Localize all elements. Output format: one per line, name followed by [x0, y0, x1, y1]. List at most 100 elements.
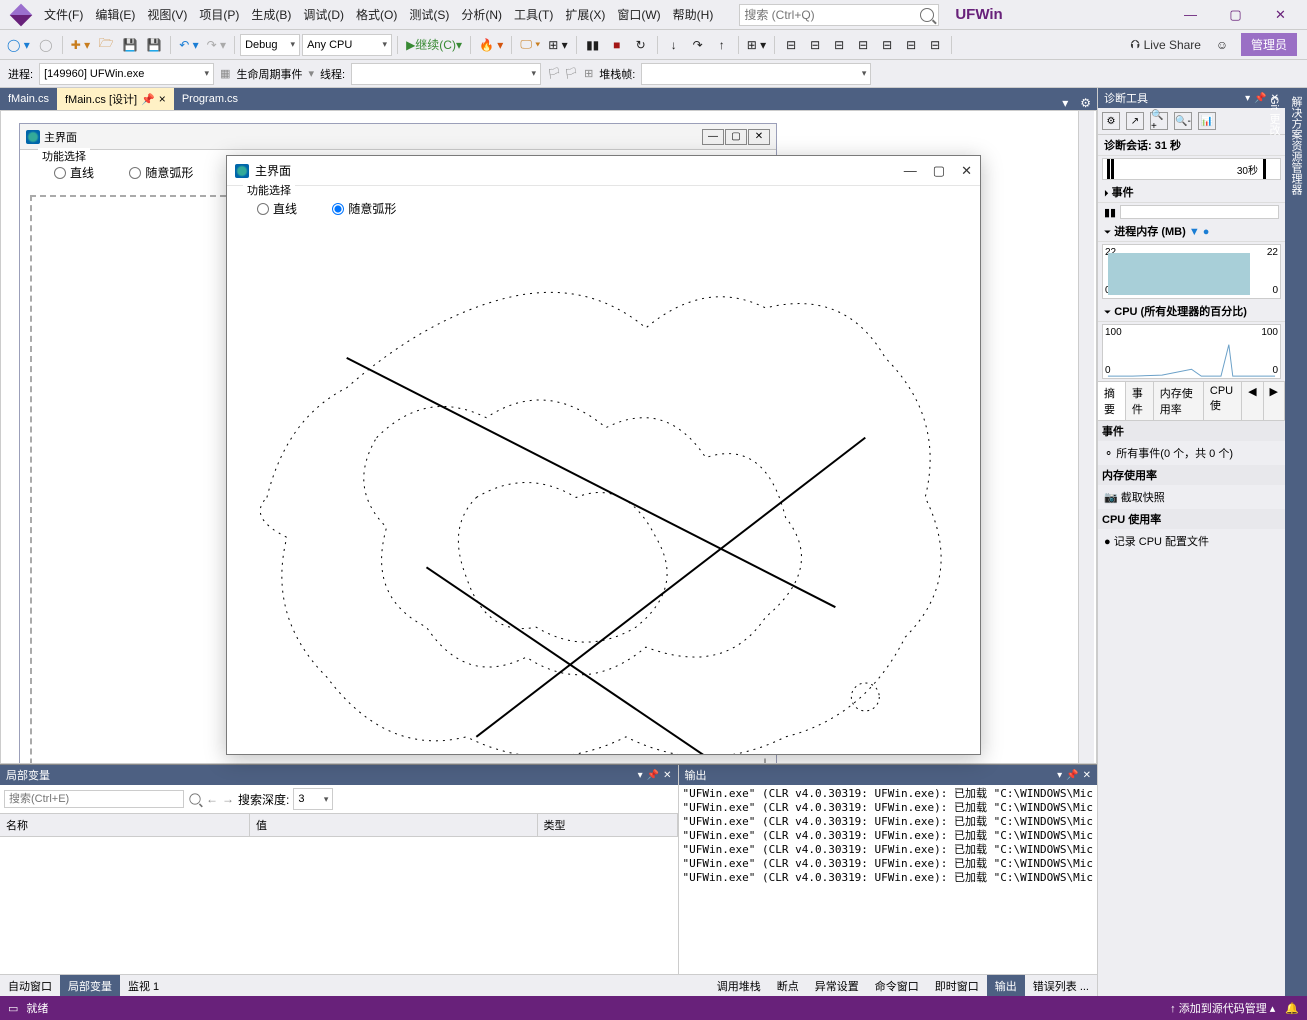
stop-button[interactable]: ■: [606, 34, 628, 56]
step-out-button[interactable]: ↑: [711, 34, 733, 56]
restart-button[interactable]: ↻: [630, 34, 652, 56]
depth-combo[interactable]: 3: [293, 788, 333, 810]
rw-radio-arc[interactable]: 随意弧形: [332, 200, 396, 217]
rw-close-button[interactable]: ✕: [961, 163, 972, 179]
step-into-button[interactable]: ↓: [663, 34, 685, 56]
col-type[interactable]: 类型: [538, 814, 678, 836]
panel-close-icon[interactable]: ✕: [663, 770, 671, 781]
panel-dropdown-icon[interactable]: ▾: [638, 770, 643, 781]
forward-button[interactable]: ◯: [35, 34, 57, 56]
cpu-chart[interactable]: 100 100 0 0: [1102, 324, 1281, 379]
tab-overflow-button[interactable]: ▾: [1056, 96, 1074, 110]
save-button[interactable]: 💾: [119, 34, 141, 56]
btab-callstack[interactable]: 调用堆栈: [709, 975, 769, 996]
rw-minimize-button[interactable]: —: [904, 163, 917, 179]
diag-zoomin-button[interactable]: 🔍+: [1150, 112, 1168, 130]
panel-pin-icon[interactable]: 📌: [647, 770, 659, 781]
btab-auto[interactable]: 自动窗口: [0, 975, 60, 996]
df-radio-arc[interactable]: 随意弧形: [129, 164, 193, 181]
df-radio-line[interactable]: 直线: [54, 164, 94, 181]
panel-dropdown-icon[interactable]: ▾: [1245, 93, 1250, 104]
btab-breakpoints[interactable]: 断点: [769, 975, 807, 996]
menu-analyze[interactable]: 分析(N): [455, 2, 508, 27]
menu-build[interactable]: 生成(B): [245, 2, 297, 27]
close-button[interactable]: ✕: [1258, 1, 1303, 29]
diag-export-button[interactable]: ↗: [1126, 112, 1144, 130]
layout-btn5[interactable]: ⊟: [876, 34, 898, 56]
pin-icon[interactable]: 📌: [141, 93, 155, 106]
menu-test[interactable]: 测试(S): [403, 2, 455, 27]
panel-close-icon[interactable]: ✕: [1083, 770, 1091, 781]
menu-format[interactable]: 格式(O): [350, 2, 403, 27]
btab-errors[interactable]: 错误列表 ...: [1025, 975, 1097, 996]
hot-reload-button[interactable]: 🔥 ▾: [476, 34, 506, 56]
col-name[interactable]: 名称: [0, 814, 250, 836]
process-combo[interactable]: [149960] UFWin.exe: [39, 63, 214, 85]
add-source-control[interactable]: ↑ 添加到源代码管理 ▴: [1170, 1000, 1275, 1016]
btab-immediate[interactable]: 即时窗口: [927, 975, 987, 996]
browser-button[interactable]: 🖵 ▾: [517, 34, 543, 56]
tab-fmain-design[interactable]: fMain.cs [设计] 📌 ×: [57, 88, 174, 110]
diag-chart-button[interactable]: 📊: [1198, 112, 1216, 130]
btab-locals[interactable]: 局部变量: [60, 975, 120, 996]
save-all-button[interactable]: 💾: [143, 34, 165, 56]
layout-btn7[interactable]: ⊟: [924, 34, 946, 56]
diag-tab-summary[interactable]: 摘要: [1098, 382, 1126, 420]
btab-watch[interactable]: 监视 1: [120, 975, 167, 996]
layout-btn3[interactable]: ⊟: [828, 34, 850, 56]
diag-zoomout-button[interactable]: 🔍-: [1174, 112, 1192, 130]
menu-view[interactable]: 视图(V): [141, 2, 193, 27]
minimize-button[interactable]: —: [1168, 1, 1213, 29]
menu-help[interactable]: 帮助(H): [667, 2, 720, 27]
menu-debug[interactable]: 调试(D): [297, 2, 350, 27]
output-body[interactable]: "UFWin.exe" (CLR v4.0.30319: UFWin.exe):…: [679, 785, 1098, 974]
thread-combo[interactable]: [351, 63, 541, 85]
col-value[interactable]: 值: [250, 814, 538, 836]
snapshot-button[interactable]: 📷 截取快照: [1098, 485, 1285, 509]
diag-tab-nav-left[interactable]: ◀: [1242, 382, 1263, 420]
layout-btn2[interactable]: ⊟: [804, 34, 826, 56]
global-search[interactable]: [739, 4, 939, 26]
back-button[interactable]: ◯ ▾: [4, 34, 33, 56]
tab-fmain-cs[interactable]: fMain.cs: [0, 88, 57, 110]
menu-tools[interactable]: 工具(T): [508, 2, 559, 27]
stackframe-combo[interactable]: [641, 63, 871, 85]
diag-timeline[interactable]: 30秒: [1102, 158, 1281, 180]
tab-program-cs[interactable]: Program.cs: [174, 88, 246, 110]
tab-settings-button[interactable]: ⚙: [1074, 96, 1097, 110]
panel-dropdown-icon[interactable]: ▾: [1057, 770, 1062, 781]
liveshare-button[interactable]: ⮉ Live Share: [1122, 35, 1209, 54]
step-over-button[interactable]: ↷: [687, 34, 709, 56]
maximize-button[interactable]: ▢: [1213, 1, 1258, 29]
all-events-link[interactable]: ⚬ 所有事件(0 个，共 0 个): [1098, 441, 1285, 465]
menu-window[interactable]: 窗口(W): [611, 2, 666, 27]
layout-btn4[interactable]: ⊟: [852, 34, 874, 56]
undo-button[interactable]: ↶ ▾: [176, 34, 201, 56]
config-combo[interactable]: Debug: [240, 34, 300, 56]
rw-maximize-button[interactable]: ▢: [933, 163, 945, 179]
locals-search-input[interactable]: [4, 790, 184, 808]
menu-extensions[interactable]: 扩展(X): [559, 2, 611, 27]
feedback-button[interactable]: ☺: [1211, 34, 1233, 56]
diag-tab-events[interactable]: 事件: [1126, 382, 1154, 420]
diag-tab-memory[interactable]: 内存使用率: [1154, 382, 1204, 420]
notifications-icon[interactable]: 🔔: [1285, 1002, 1299, 1015]
panel-pin-icon[interactable]: 📌: [1066, 770, 1078, 781]
side-tab-git[interactable]: Git 更改: [1263, 88, 1285, 996]
tools-button[interactable]: ⊞ ▾: [545, 34, 570, 56]
btab-exceptions[interactable]: 异常设置: [807, 975, 867, 996]
btab-output[interactable]: 输出: [987, 975, 1025, 996]
runtime-window[interactable]: 主界面 — ▢ ✕ 功能选择 直线 随意弧形: [226, 155, 981, 755]
vscroll[interactable]: [1078, 111, 1094, 763]
platform-combo[interactable]: Any CPU: [302, 34, 392, 56]
rw-radio-line[interactable]: 直线: [257, 200, 297, 217]
menu-project[interactable]: 项目(P): [193, 2, 245, 27]
menu-file[interactable]: 文件(F): [38, 2, 89, 27]
layout-btn6[interactable]: ⊟: [900, 34, 922, 56]
layout-btn1[interactable]: ⊟: [780, 34, 802, 56]
diag-tab-cpu[interactable]: CPU 使: [1204, 382, 1242, 420]
close-tab-icon[interactable]: ×: [159, 92, 166, 106]
search-icon[interactable]: [189, 793, 200, 804]
open-button[interactable]: 🗁: [95, 34, 117, 56]
continue-button[interactable]: ▶ 继续(C) ▾: [403, 34, 465, 56]
